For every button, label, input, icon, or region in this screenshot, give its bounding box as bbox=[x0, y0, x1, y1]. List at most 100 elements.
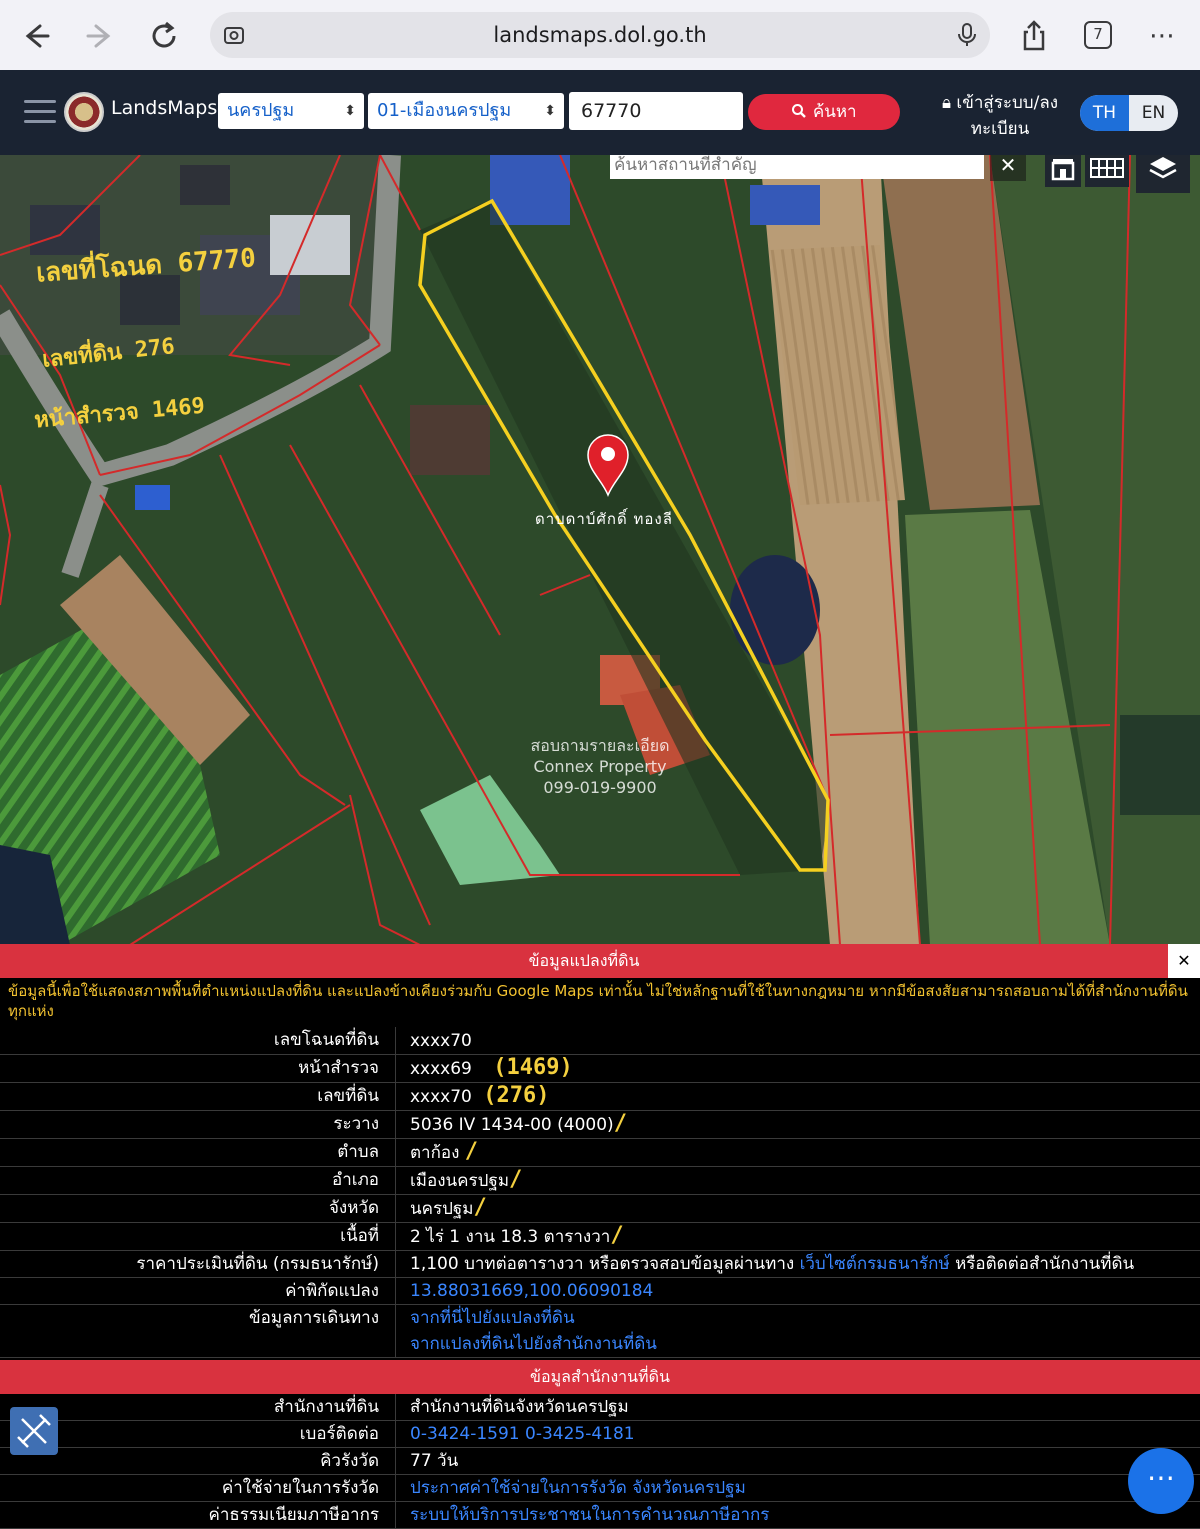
phone-label: เบอร์ติดต่อ bbox=[0, 1421, 396, 1447]
table-row: เลขที่ดิน xxxx70 (276) bbox=[0, 1083, 1200, 1111]
table-row: อำเภอ เมืองนครปฐม/ bbox=[0, 1167, 1200, 1195]
queue-label: คิวรังวัด bbox=[0, 1448, 396, 1474]
coord-label: ค่าพิกัดแปลง bbox=[0, 1278, 396, 1304]
login-label: เข้าสู่ระบบ/ลงทะเบียน bbox=[956, 93, 1059, 139]
parcel-rows: เลขโฉนดที่ดิน xxxx70 หน้าสำรวจ xxxx69 (1… bbox=[0, 1027, 1200, 1358]
office-value: สำนักงานที่ดินจังหวัดนครปฐม bbox=[410, 1397, 629, 1417]
row-note: / bbox=[610, 1223, 624, 1248]
queue-value: 77 วัน bbox=[410, 1451, 459, 1471]
row-value: 2 ไร่ 1 งาน 18.3 ตารางวา bbox=[410, 1227, 611, 1247]
table-row: ข้อมูลการเดินทาง จากที่นี่ไปยังแปลงที่ดิ… bbox=[0, 1305, 1200, 1358]
table-row: ระวาง 5036 IV 1434-00 (4000)/ bbox=[0, 1111, 1200, 1139]
price-suffix: หรือติดต่อสำนักงานที่ดิน bbox=[955, 1254, 1135, 1274]
row-label: ตำบล bbox=[0, 1139, 396, 1166]
row-label: จังหวัด bbox=[0, 1195, 396, 1222]
search-button[interactable]: ค้นหา bbox=[748, 94, 900, 130]
table-row: เนื้อที่ 2 ไร่ 1 งาน 18.3 ตารางวา/ bbox=[0, 1223, 1200, 1251]
url-bar[interactable]: landsmaps.dol.go.th bbox=[210, 12, 990, 58]
parcel-info-header: ข้อมูลแปลงที่ดิน bbox=[0, 944, 1168, 978]
lang-th-button[interactable]: TH bbox=[1080, 95, 1129, 131]
row-note: (276) bbox=[483, 1083, 550, 1108]
page-lens-icon[interactable] bbox=[222, 23, 246, 47]
satellite-map[interactable]: เลขที่โฉนด 67770 เลขที่ดิน 276 หน้าสำรวจ… bbox=[0, 155, 1200, 945]
treasury-website-link[interactable]: เว็บไซต์กรมธนารักษ์ bbox=[800, 1254, 950, 1274]
tools-button[interactable] bbox=[10, 1407, 58, 1455]
parcel-number-input[interactable]: 67770 bbox=[569, 92, 743, 130]
table-row: คิวรังวัด 77 วัน bbox=[0, 1448, 1200, 1475]
row-label: หน้าสำรวจ bbox=[0, 1055, 396, 1082]
table-row: สำนักงานที่ดิน สำนักงานที่ดินจังหวัดนครป… bbox=[0, 1394, 1200, 1421]
table-row: ค่าใช้จ่ายในการรังวัด ประกาศค่าใช้จ่ายใน… bbox=[0, 1475, 1200, 1502]
row-label: ระวาง bbox=[0, 1111, 396, 1138]
row-label: เลขที่ดิน bbox=[0, 1083, 396, 1110]
search-icon bbox=[792, 104, 807, 118]
survey-cost-label: ค่าใช้จ่ายในการรังวัด bbox=[0, 1475, 396, 1501]
row-value: xxxx70 bbox=[410, 1031, 472, 1051]
brand-name: LandsMaps bbox=[111, 97, 218, 119]
tab-count-button[interactable]: 7 bbox=[1084, 21, 1112, 49]
table-row: ค่าพิกัดแปลง 13.88031669,100.06090184 bbox=[0, 1278, 1200, 1305]
row-note: / bbox=[613, 1111, 627, 1136]
survey-cost-link[interactable]: ประกาศค่าใช้จ่ายในการรังวัด จังหวัดนครปฐ… bbox=[410, 1478, 746, 1498]
dol-logo bbox=[64, 92, 104, 132]
row-value: ตาก้อง bbox=[410, 1143, 460, 1163]
row-label: เลขโฉนดที่ดิน bbox=[0, 1027, 396, 1054]
table-row: เลขโฉนดที่ดิน xxxx70 bbox=[0, 1027, 1200, 1055]
route-to-parcel-link[interactable]: จากที่นี่ไปยังแปลงที่ดิน bbox=[410, 1305, 657, 1331]
url-text: landsmaps.dol.go.th bbox=[493, 23, 707, 47]
lang-en-button[interactable]: EN bbox=[1129, 95, 1178, 131]
row-value: 5036 IV 1434-00 (4000) bbox=[410, 1115, 614, 1135]
watermark: สอบถามรายละเอียด Connex Property 099-019… bbox=[480, 735, 720, 798]
table-row: จังหวัด นครปฐม/ bbox=[0, 1195, 1200, 1223]
row-value: นครปฐม bbox=[410, 1199, 474, 1219]
menu-icon[interactable] bbox=[24, 100, 56, 124]
tax-label: ค่าธรรมเนียมภาษีอากร bbox=[0, 1502, 396, 1528]
disclaimer-text: ข้อมูลนี้เพื่อใช้แสดงสภาพพื้นที่ตำแหน่งแ… bbox=[8, 982, 1188, 1020]
chat-button[interactable]: ⋯ bbox=[1128, 1448, 1194, 1514]
district-select[interactable]: 01-เมืองนครปฐม ⬍ bbox=[368, 93, 564, 129]
row-value: xxxx70 bbox=[410, 1087, 472, 1107]
coordinates-link[interactable]: 13.88031669,100.06090184 bbox=[410, 1281, 653, 1301]
row-value: เมืองนครปฐม bbox=[410, 1171, 510, 1191]
table-row: ตำบล ตาก้อง / bbox=[0, 1139, 1200, 1167]
search-button-label: ค้นหา bbox=[812, 102, 857, 122]
login-link[interactable]: 🔒︎ เข้าสู่ระบบ/ลงทะเบียน bbox=[935, 90, 1065, 142]
forward-arrow-icon[interactable] bbox=[82, 18, 118, 54]
office-info-header: ข้อมูลสำนักงานที่ดิน bbox=[0, 1360, 1200, 1394]
app-header: LandsMaps นครปฐม ⬍ 01-เมืองนครปฐม ⬍ 6777… bbox=[0, 70, 1200, 155]
price-label: ราคาประเมินที่ดิน (กรมธนารักษ์) bbox=[0, 1251, 396, 1277]
select-chevron-icon: ⬍ bbox=[544, 103, 556, 119]
back-arrow-icon[interactable] bbox=[18, 18, 54, 54]
share-icon[interactable] bbox=[1016, 18, 1052, 54]
watermark-line1: สอบถามรายละเอียด bbox=[530, 736, 670, 755]
marker-label: ดาบดาบ์ศักดิ์ ทองลี bbox=[535, 510, 673, 528]
place-search-input[interactable]: ค้นหาสถานที่สำคัญ bbox=[610, 155, 984, 179]
lock-icon: 🔒︎ bbox=[941, 93, 951, 113]
price-value: 1,100 บาทต่อตารางวา หรือตรวจสอบข้อมูลผ่า… bbox=[410, 1254, 795, 1274]
route-label: ข้อมูลการเดินทาง bbox=[0, 1305, 396, 1357]
language-toggle: TH EN bbox=[1080, 95, 1178, 131]
watermark-line2: Connex Property bbox=[533, 757, 667, 776]
row-label: เนื้อที่ bbox=[0, 1223, 396, 1250]
layers-icon[interactable] bbox=[1136, 155, 1190, 193]
browser-toolbar: landsmaps.dol.go.th 7 ⋯ bbox=[0, 0, 1200, 70]
tax-calc-link[interactable]: ระบบให้บริการประชาชนในการคำนวณภาษีอากร bbox=[410, 1505, 769, 1525]
row-value: xxxx69 bbox=[410, 1059, 472, 1079]
grid-icon[interactable] bbox=[1085, 155, 1129, 187]
select-chevron-icon: ⬍ bbox=[344, 103, 356, 119]
reload-icon[interactable] bbox=[146, 18, 182, 54]
microphone-icon[interactable] bbox=[956, 22, 978, 48]
table-row: เบอร์ติดต่อ 0-3424-1591 0-3425-4181 bbox=[0, 1421, 1200, 1448]
more-options-icon[interactable]: ⋯ bbox=[1144, 18, 1180, 54]
phone-link[interactable]: 0-3424-1591 0-3425-4181 bbox=[410, 1424, 635, 1444]
office-label: สำนักงานที่ดิน bbox=[0, 1394, 396, 1420]
province-select-value: นครปฐม bbox=[227, 100, 295, 121]
row-note: (1469) bbox=[493, 1055, 573, 1080]
row-label: อำเภอ bbox=[0, 1167, 396, 1194]
building-icon[interactable] bbox=[1045, 155, 1081, 187]
ruler-pencil-icon bbox=[17, 1414, 51, 1448]
province-select[interactable]: นครปฐม ⬍ bbox=[218, 93, 364, 129]
close-panel-button[interactable]: ✕ bbox=[1168, 944, 1200, 978]
route-to-office-link[interactable]: จากแปลงที่ดินไปยังสำนักงานที่ดิน bbox=[410, 1331, 657, 1357]
close-icon[interactable]: ✕ bbox=[990, 155, 1026, 181]
